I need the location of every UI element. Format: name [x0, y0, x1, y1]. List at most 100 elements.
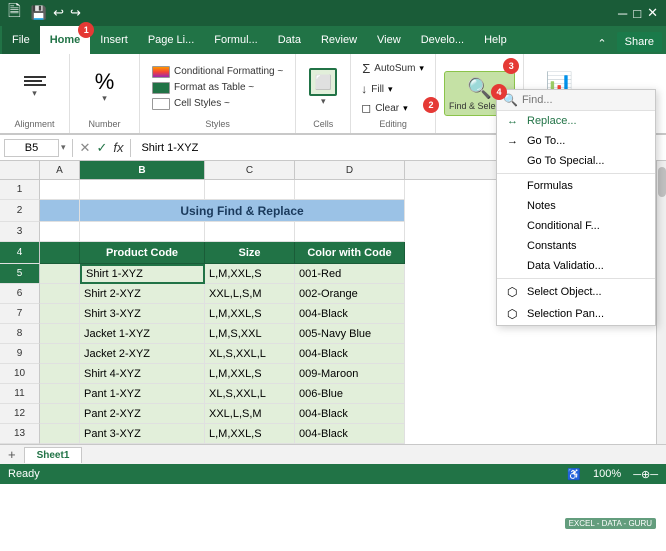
tab-home[interactable]: Home 1	[40, 26, 91, 54]
ribbon-collapse-icon[interactable]: ⌃	[589, 33, 614, 54]
cell[interactable]: 009-Maroon	[295, 364, 405, 384]
cell[interactable]: 004-Black	[295, 304, 405, 324]
cell[interactable]: L,M,S,XXL	[205, 324, 295, 344]
cell[interactable]	[40, 180, 80, 200]
cell-header[interactable]: Product Code	[80, 242, 205, 264]
row-header[interactable]: 7	[0, 304, 40, 324]
cell[interactable]	[295, 180, 405, 200]
cell[interactable]: L,M,XXL,S	[205, 364, 295, 384]
add-sheet-icon[interactable]: +	[0, 445, 24, 464]
insert-function-icon[interactable]: fx	[110, 140, 126, 155]
cell[interactable]: Shirt 3-XYZ	[80, 304, 205, 324]
cell[interactable]: Jacket 1-XYZ	[80, 324, 205, 344]
cell[interactable]	[40, 284, 80, 304]
redo-icon[interactable]: ↪	[70, 5, 81, 21]
cell[interactable]: Jacket 2-XYZ	[80, 344, 205, 364]
cell-styles-button[interactable]: Cell Styles ~	[148, 97, 287, 111]
undo-icon[interactable]: ↩	[53, 5, 64, 21]
constants-item[interactable]: Constants	[497, 236, 655, 256]
save-icon[interactable]: 💾	[31, 5, 47, 21]
name-box[interactable]	[4, 139, 59, 157]
replace-item[interactable]: ↔ Replace...	[497, 111, 655, 131]
tab-data[interactable]: Data	[268, 26, 311, 54]
sheet-tab-active[interactable]: Sheet1	[24, 447, 83, 463]
cell[interactable]: XL,S,XXL,L	[205, 384, 295, 404]
cell[interactable]: 006-Blue	[295, 384, 405, 404]
cell[interactable]	[205, 222, 295, 242]
cell-title[interactable]: Using Find & Replace	[80, 200, 405, 222]
accessibility-icon[interactable]: ♿	[567, 468, 581, 481]
data-validation-item[interactable]: Data Validatio...	[497, 256, 655, 276]
formulas-item[interactable]: Formulas	[497, 176, 655, 196]
cell[interactable]	[40, 264, 80, 284]
cell[interactable]	[40, 404, 80, 424]
cell[interactable]: L,M,XXL,S	[205, 424, 295, 444]
cell[interactable]: 001-Red	[295, 264, 405, 284]
notes-item[interactable]: Notes	[497, 196, 655, 216]
number-button[interactable]: % ▾	[91, 67, 119, 108]
row-header[interactable]: 12	[0, 404, 40, 424]
cell-header[interactable]: Color with Code	[295, 242, 405, 264]
goto-special-item[interactable]: Go To Special...	[497, 151, 655, 171]
clear-button[interactable]: ◻ Clear ▾	[357, 99, 429, 117]
vertical-scrollbar[interactable]	[656, 161, 666, 444]
cell[interactable]	[40, 242, 80, 264]
cell[interactable]	[40, 324, 80, 344]
goto-item[interactable]: → Go To...	[497, 131, 655, 151]
row-header[interactable]: 4	[0, 242, 40, 264]
cell[interactable]	[40, 384, 80, 404]
name-box-arrow[interactable]: ▾	[59, 142, 68, 153]
cell[interactable]: 002-Orange	[295, 284, 405, 304]
format-table-button[interactable]: Format as Table ~	[148, 81, 287, 95]
cell[interactable]: Pant 3-XYZ	[80, 424, 205, 444]
row-header[interactable]: 1	[0, 180, 40, 200]
cell[interactable]: Pant 2-XYZ	[80, 404, 205, 424]
confirm-formula-icon[interactable]: ✓	[93, 140, 110, 156]
close-icon[interactable]: ✕	[647, 5, 658, 21]
col-header-a[interactable]: A	[40, 161, 80, 179]
cell[interactable]: Shirt 4-XYZ	[80, 364, 205, 384]
row-header[interactable]: 9	[0, 344, 40, 364]
cell[interactable]: 005-Navy Blue	[295, 324, 405, 344]
cell[interactable]	[40, 364, 80, 384]
col-header-b[interactable]: B	[80, 161, 205, 179]
tab-developer[interactable]: Develo...	[411, 26, 474, 54]
row-header[interactable]: 6	[0, 284, 40, 304]
cell[interactable]	[80, 180, 205, 200]
row-header[interactable]: 3	[0, 222, 40, 242]
cell[interactable]: Shirt 2-XYZ	[80, 284, 205, 304]
cell[interactable]	[40, 304, 80, 324]
row-header[interactable]: 11	[0, 384, 40, 404]
tab-page-layout[interactable]: Page Li...	[138, 26, 204, 54]
cell[interactable]: Pant 1-XYZ	[80, 384, 205, 404]
row-header[interactable]: 8	[0, 324, 40, 344]
cell[interactable]	[40, 222, 80, 242]
cell[interactable]: 004-Black	[295, 424, 405, 444]
find-input[interactable]	[522, 94, 664, 106]
cell[interactable]: L,M,XXL,S	[205, 304, 295, 324]
autosum-button[interactable]: Σ AutoSum ▾	[357, 58, 429, 79]
col-header-c[interactable]: C	[205, 161, 295, 179]
cell[interactable]	[205, 180, 295, 200]
conditional-item[interactable]: Conditional F...	[497, 216, 655, 236]
tab-help[interactable]: Help	[474, 26, 517, 54]
cell[interactable]: L,M,XXL,S	[205, 264, 295, 284]
cell[interactable]	[40, 200, 80, 222]
tab-file[interactable]: File	[2, 26, 40, 54]
cell[interactable]: XXL,L,S,M	[205, 404, 295, 424]
tab-review[interactable]: Review	[311, 26, 367, 54]
fill-button[interactable]: ↓ Fill ▾	[357, 80, 429, 98]
row-header[interactable]: 13	[0, 424, 40, 444]
cell[interactable]: 004-Black	[295, 404, 405, 424]
cell[interactable]: 004-Black	[295, 344, 405, 364]
col-header-d[interactable]: D	[295, 161, 405, 179]
select-objects-item[interactable]: ⬡ Select Object...	[497, 281, 655, 303]
conditional-formatting-button[interactable]: Conditional Formatting ~	[148, 65, 287, 79]
tab-formulas[interactable]: Formul...	[204, 26, 267, 54]
cells-button[interactable]: ⬜ ▾	[305, 64, 341, 111]
alignment-button[interactable]: ▾	[20, 72, 50, 103]
share-icon[interactable]: Share	[617, 32, 662, 52]
tab-insert[interactable]: Insert	[90, 26, 138, 54]
cell[interactable]: XXL,L,S,M	[205, 284, 295, 304]
cell[interactable]: XL,S,XXL,L	[205, 344, 295, 364]
